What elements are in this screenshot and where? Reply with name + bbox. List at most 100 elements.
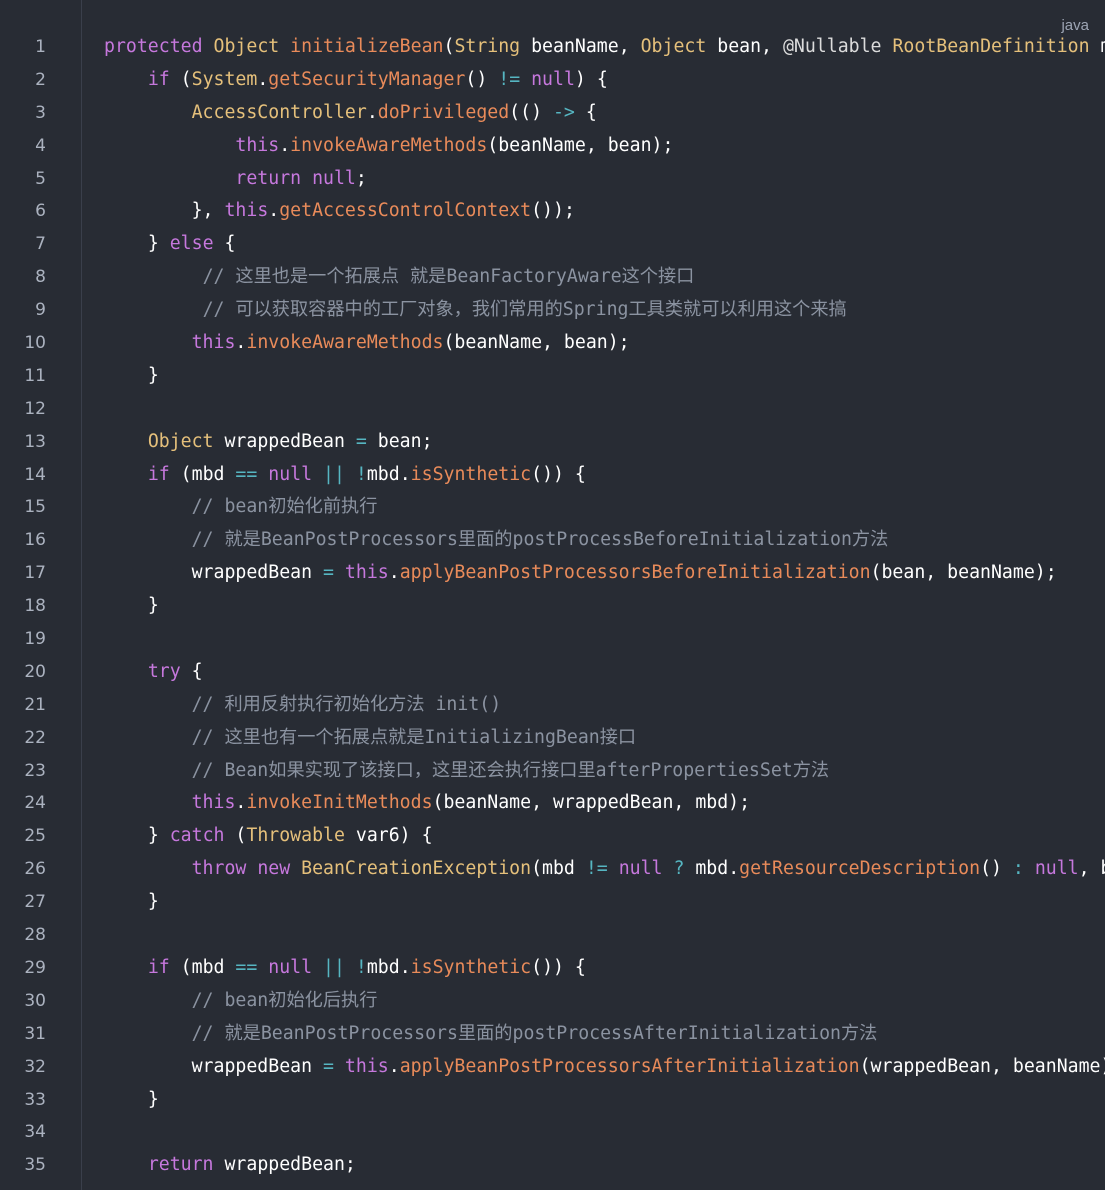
code-token: return (235, 167, 302, 189)
line-number: 17 (24, 563, 46, 584)
code-text: } else { (104, 228, 236, 261)
code-token: . (268, 200, 280, 222)
code-token: }, (191, 200, 225, 222)
code-text: protected Object initializeBean(String b… (104, 31, 1105, 64)
code-token: // bean初始化前执行 (191, 496, 378, 518)
code-line: 3 AccessController.doPrivileged(() -> { (0, 97, 1105, 130)
code-text: } (104, 886, 159, 919)
code-token: this (344, 1055, 389, 1077)
code-token: protected (104, 36, 203, 57)
code-token: (mbd (169, 463, 236, 485)
code-line: 30 // bean初始化后执行 (0, 985, 1105, 1018)
code-line: 35 return wrappedBean; (0, 1149, 1105, 1182)
code-line: 28 (0, 919, 1105, 952)
code-token: || (323, 463, 345, 485)
line-number: 28 (24, 925, 46, 946)
code-text: throw new BeanCreationException(mbd != n… (104, 853, 1105, 886)
code-token: , beanName, (1078, 858, 1105, 880)
code-token: // 这里也是一个拓展点 就是BeanFactoryAware这个接口 (202, 266, 695, 288)
code-token: // 利用反射执行初始化方法 init() (191, 693, 502, 715)
code-line: 10 this.invokeAwareMethods(beanName, bea… (0, 327, 1105, 360)
code-token: // 就是BeanPostProcessors里面的postProcessBef… (191, 529, 889, 551)
code-token: } (147, 891, 159, 913)
code-token: ( (224, 825, 247, 847)
code-token: applyBeanPostProcessorsAfterInitializati… (399, 1055, 860, 1077)
code-line: 9 // 可以获取容器中的工厂对象，我们常用的Spring工具类就可以利用这个来… (0, 294, 1105, 327)
code-token: -> (552, 101, 575, 123)
code-line: 4 this.invokeAwareMethods(beanName, bean… (0, 130, 1105, 163)
code-token: // 可以获取容器中的工厂对象，我们常用的Spring工具类就可以利用这个来搞 (202, 299, 847, 321)
code-text: // Bean如果实现了该接口，这里还会执行接口里afterProperties… (104, 755, 830, 788)
line-number: 8 (35, 267, 46, 288)
code-token: (mbd (531, 858, 586, 880)
code-line: 26 throw new BeanCreationException(mbd !… (0, 853, 1105, 886)
code-token: this (235, 134, 280, 156)
code-token: (wrappedBean, beanName); (859, 1055, 1105, 1077)
code-line: 7 } else { (0, 228, 1105, 261)
code-token: . (388, 562, 400, 584)
code-token: (() (509, 101, 553, 123)
code-line: 16 // 就是BeanPostProcessors里面的postProcess… (0, 524, 1105, 557)
code-token: String (454, 36, 521, 57)
code-token: getAccessControlContext (279, 200, 532, 222)
code-token: doPrivileged (377, 101, 510, 123)
code-token: (mbd (169, 956, 236, 978)
code-token: applyBeanPostProcessorsBeforeInitializat… (399, 562, 871, 584)
line-number: 27 (24, 892, 46, 913)
code-token: var6) { (344, 825, 433, 847)
code-token: () (980, 858, 1013, 880)
code-text: return null; (104, 163, 366, 196)
code-text: } (104, 360, 159, 393)
line-number: 7 (35, 234, 46, 255)
code-token: invokeAwareMethods (246, 332, 444, 354)
code-token: ? (673, 858, 685, 880)
code-text: // 利用反射执行初始化方法 init() (104, 689, 502, 722)
line-number: 15 (24, 497, 46, 518)
code-token: wrappedBean (191, 562, 324, 584)
code-token: else (169, 233, 214, 255)
code-token: { (213, 233, 236, 255)
code-token: if (147, 463, 170, 485)
code-line: 32 wrappedBean = this.applyBeanPostProce… (0, 1051, 1105, 1084)
code-text: // 可以获取容器中的工厂对象，我们常用的Spring工具类就可以利用这个来搞 (104, 294, 847, 327)
code-token: wrappedBean (213, 430, 356, 452)
line-number: 9 (35, 300, 46, 321)
line-number: 19 (24, 629, 46, 650)
code-text: this.invokeInitMethods(beanName, wrapped… (104, 787, 750, 820)
code-token: . (366, 101, 378, 123)
code-token: null (268, 463, 313, 485)
code-text: return wrappedBean; (104, 1149, 356, 1182)
code-token: initializeBean (290, 36, 444, 57)
code-token: bean, (706, 36, 783, 57)
code-line: 8 // 这里也是一个拓展点 就是BeanFactoryAware这个接口 (0, 261, 1105, 294)
code-text: // bean初始化前执行 (104, 491, 378, 524)
code-token: . (279, 134, 291, 156)
code-token: . (235, 332, 247, 354)
code-token: } (147, 1088, 159, 1110)
code-token: invokeInitMethods (246, 792, 433, 814)
code-line: 21 // 利用反射执行初始化方法 init() (0, 689, 1105, 722)
line-number: 14 (24, 464, 46, 485)
code-line: 1 protected Object initializeBean(String … (0, 31, 1105, 64)
code-token: if (147, 68, 170, 90)
code-token: = (355, 430, 367, 452)
code-token: (beanName, bean); (443, 332, 630, 354)
code-line: 24 this.invokeInitMethods(beanName, wrap… (0, 787, 1105, 820)
code-text: Object wrappedBean = bean; (104, 426, 433, 459)
code-token: BeanCreationException (301, 858, 532, 880)
code-line: 22 // 这里也有一个拓展点就是InitializingBean接口 (0, 722, 1105, 755)
